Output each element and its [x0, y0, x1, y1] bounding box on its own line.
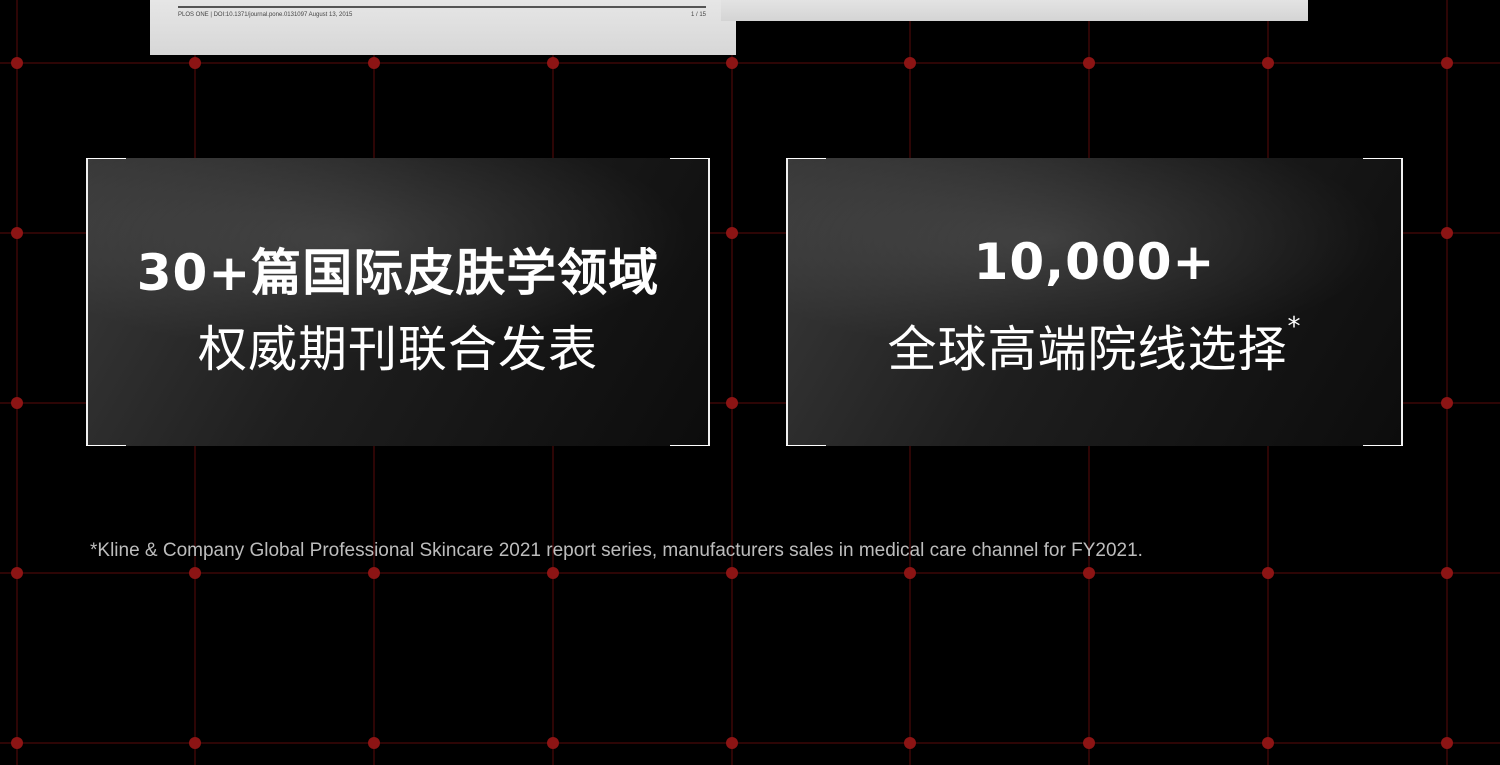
grid-node-dot	[1083, 567, 1095, 579]
grid-node-dot	[726, 737, 738, 749]
grid-node-dot	[189, 737, 201, 749]
grid-node-dot	[368, 567, 380, 579]
grid-node-dot	[11, 737, 23, 749]
grid-node-dot	[1262, 567, 1274, 579]
clinics-stat-card: 10,000+ 全球高端院线选择*	[786, 158, 1403, 446]
card-left-edge	[786, 158, 788, 446]
grid-node-dot	[189, 57, 201, 69]
grid-node-dot	[1083, 737, 1095, 749]
grid-node-dot	[11, 567, 23, 579]
grid-node-dot	[726, 57, 738, 69]
grid-node-dot	[189, 567, 201, 579]
clinics-subline: 全球高端院线选择*	[786, 310, 1403, 381]
footnote-text: *Kline & Company Global Professional Ski…	[90, 540, 1143, 561]
grid-node-dot	[1083, 57, 1095, 69]
journal-page-footer: PLOS ONE | DOI:10.1371/journal.pone.0131…	[178, 12, 706, 18]
grid-node-dot	[547, 737, 559, 749]
corner-top-right	[1363, 158, 1403, 159]
corner-bottom-left	[86, 445, 126, 446]
grid-node-dot	[547, 567, 559, 579]
corner-top-left	[86, 158, 126, 159]
journal-page-right	[721, 0, 1308, 21]
grid-node-dot	[1262, 57, 1274, 69]
grid-node-dot	[1262, 737, 1274, 749]
corner-top-left	[786, 158, 826, 159]
publications-subline: 权威期刊联合发表	[197, 321, 598, 378]
grid-node-dot	[726, 567, 738, 579]
card-right-edge	[1401, 158, 1403, 446]
grid-node-dot	[368, 57, 380, 69]
grid-node-dot	[11, 227, 23, 239]
journal-page-number: 1 / 15	[690, 12, 706, 18]
grid-node-dot	[1441, 737, 1453, 749]
grid-node-dot	[904, 737, 916, 749]
grid-node-dot	[368, 737, 380, 749]
grid-node-dot	[547, 57, 559, 69]
corner-bottom-left	[786, 445, 826, 446]
grid-node-dot	[1441, 567, 1453, 579]
journal-citation: PLOS ONE | DOI:10.1371/journal.pone.0131…	[178, 12, 353, 18]
journal-page-rule	[178, 6, 706, 8]
footnote-marker: *	[1287, 312, 1302, 342]
grid-node-dot	[726, 397, 738, 409]
corner-top-right	[670, 158, 710, 159]
grid-node-dot	[1441, 57, 1453, 69]
grid-node-dot	[11, 397, 23, 409]
grid-node-dot	[1441, 227, 1453, 239]
grid-node-dot	[904, 567, 916, 579]
publications-stat-card: 30+篇国际皮肤学领域 权威期刊联合发表	[86, 158, 710, 446]
clinics-headline: 10,000+	[973, 233, 1216, 291]
publications-headline: 30+篇国际皮肤学领域	[136, 244, 660, 302]
grid-node-dot	[726, 227, 738, 239]
corner-bottom-right	[1363, 445, 1403, 446]
grid-node-dot	[11, 57, 23, 69]
grid-node-dot	[904, 57, 916, 69]
journal-page-left: PLOS ONE | DOI:10.1371/journal.pone.0131…	[150, 0, 736, 55]
grid-node-dot	[1441, 397, 1453, 409]
clinics-subline-text: 全球高端院线选择	[887, 321, 1288, 378]
corner-bottom-right	[670, 445, 710, 446]
